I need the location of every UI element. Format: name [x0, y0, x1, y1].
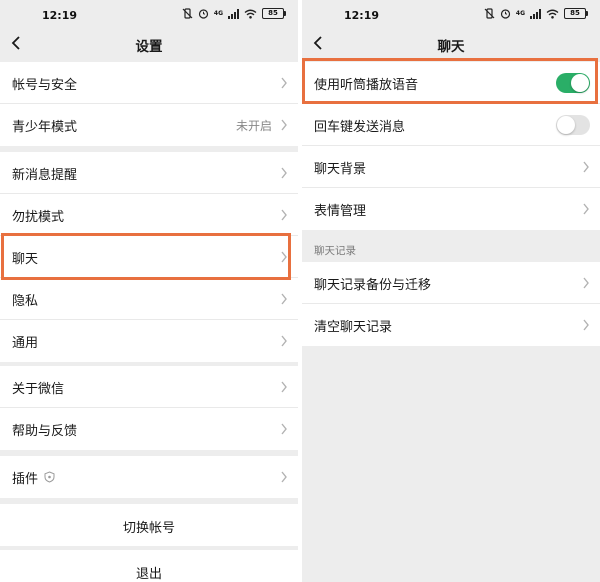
chat-navbar: 聊天: [302, 30, 600, 58]
chat-item-label: 聊天背景: [314, 162, 367, 177]
settings-navbar: 设置: [0, 30, 298, 58]
chat-history-backup-migrate[interactable]: 聊天记录备份与迁移: [302, 262, 600, 304]
settings-group-general: 新消息提醒 勿扰模式 聊天 隐私 通用: [0, 152, 298, 362]
settings-item-privacy[interactable]: 隐私: [0, 278, 298, 320]
settings-item-help-feedback[interactable]: 帮助与反馈: [0, 408, 298, 450]
chevron-right-icon: [281, 423, 287, 435]
logout-group: 退出: [0, 550, 298, 582]
status-time: 12:19: [344, 9, 380, 22]
settings-group-plugins: 插件: [0, 456, 298, 498]
settings-item-label: 插件: [12, 472, 39, 487]
settings-item-label: 关于微信: [12, 382, 65, 397]
settings-item-label: 隐私: [12, 294, 39, 309]
wifi-icon: [546, 9, 559, 19]
chevron-right-icon: [281, 77, 287, 89]
chat-item-label: 表情管理: [314, 204, 367, 219]
signal-icon: [530, 8, 541, 19]
status-bar: 12:19 4G 85: [302, 0, 600, 30]
chat-item-label: 回车键发送消息: [314, 120, 406, 135]
chat-item-earpiece-voice: 使用听筒播放语音: [302, 62, 600, 104]
chat-history-clear[interactable]: 清空聊天记录: [302, 304, 600, 346]
chevron-right-icon: [281, 251, 287, 263]
chevron-right-icon: [281, 293, 287, 305]
chevron-right-icon: [281, 167, 287, 179]
settings-item-label: 帮助与反馈: [12, 424, 78, 439]
settings-screen: 12:19 4G 85 设置 帐号与安全 青少年模式 未开启 新消息提醒 勿扰模…: [0, 0, 298, 582]
page-title: 设置: [135, 39, 163, 55]
chevron-right-icon: [583, 203, 589, 215]
signal-icon: [228, 8, 239, 19]
chat-settings-screen: 12:19 4G 85 聊天 使用听筒播放语音 回车键发送消息 聊天背景 表情管…: [302, 0, 600, 582]
settings-group-account: 帐号与安全 青少年模式 未开启: [0, 62, 298, 146]
settings-item-plugins[interactable]: 插件: [0, 456, 298, 498]
settings-item-label: 通用: [12, 336, 39, 351]
alarm-icon: [198, 9, 208, 19]
status-icons: 4G 85: [182, 8, 286, 19]
toggle-knob: [557, 116, 575, 134]
chat-history-label: 清空聊天记录: [314, 320, 393, 335]
logout-button[interactable]: 退出: [0, 550, 298, 582]
settings-group-about: 关于微信 帮助与反馈: [0, 366, 298, 450]
chat-item-enter-to-send: 回车键发送消息: [302, 104, 600, 146]
settings-item-label: 帐号与安全: [12, 78, 78, 93]
settings-item-chat[interactable]: 聊天: [0, 236, 298, 278]
chevron-right-icon: [281, 209, 287, 221]
chevron-right-icon: [281, 381, 287, 393]
enter-to-send-toggle[interactable]: [556, 115, 590, 135]
switch-account-group: 切换帐号: [0, 504, 298, 546]
settings-item-teen-mode[interactable]: 青少年模式 未开启: [0, 104, 298, 146]
settings-item-do-not-disturb[interactable]: 勿扰模式: [0, 194, 298, 236]
status-bar: 12:19 4G 85: [0, 0, 298, 30]
toggle-knob: [571, 74, 589, 92]
vibrate-off-icon: [484, 8, 495, 19]
settings-item-notifications[interactable]: 新消息提醒: [0, 152, 298, 194]
earpiece-voice-toggle[interactable]: [556, 73, 590, 93]
chevron-right-icon: [583, 319, 589, 331]
logout-label: 退出: [135, 567, 162, 582]
shield-icon: [44, 471, 55, 483]
settings-item-label: 勿扰模式: [12, 210, 65, 225]
teen-mode-status: 未开启: [235, 119, 272, 133]
settings-item-general[interactable]: 通用: [0, 320, 298, 362]
chat-history-group: 聊天记录备份与迁移 清空聊天记录: [302, 262, 600, 346]
switch-account-button[interactable]: 切换帐号: [0, 504, 298, 546]
network-type-icon: 4G: [213, 9, 223, 17]
settings-item-label: 青少年模式: [12, 120, 78, 135]
battery-icon: 85: [262, 8, 286, 19]
chat-item-label: 使用听筒播放语音: [314, 78, 419, 93]
settings-item-about-wechat[interactable]: 关于微信: [0, 366, 298, 408]
switch-account-label: 切换帐号: [122, 521, 175, 536]
chevron-right-icon: [281, 119, 287, 131]
chat-history-label: 聊天记录备份与迁移: [314, 278, 432, 293]
settings-item-label: 聊天: [12, 252, 39, 267]
battery-icon: 85: [564, 8, 588, 19]
status-time: 12:19: [42, 9, 78, 22]
network-type-icon: 4G: [515, 9, 525, 17]
chevron-right-icon: [583, 161, 589, 173]
chevron-right-icon: [583, 277, 589, 289]
wifi-icon: [244, 9, 257, 19]
chevron-right-icon: [281, 471, 287, 483]
status-icons: 4G 85: [484, 8, 588, 19]
vibrate-off-icon: [182, 8, 193, 19]
chat-item-background[interactable]: 聊天背景: [302, 146, 600, 188]
settings-item-account-security[interactable]: 帐号与安全: [0, 62, 298, 104]
chevron-right-icon: [281, 335, 287, 347]
chat-item-stickers[interactable]: 表情管理: [302, 188, 600, 230]
page-title: 聊天: [437, 39, 465, 55]
settings-item-label: 新消息提醒: [12, 168, 78, 183]
alarm-icon: [500, 9, 510, 19]
chat-options-group: 使用听筒播放语音 回车键发送消息 聊天背景 表情管理: [302, 62, 600, 230]
chat-history-section-header: 聊天记录: [314, 245, 356, 257]
